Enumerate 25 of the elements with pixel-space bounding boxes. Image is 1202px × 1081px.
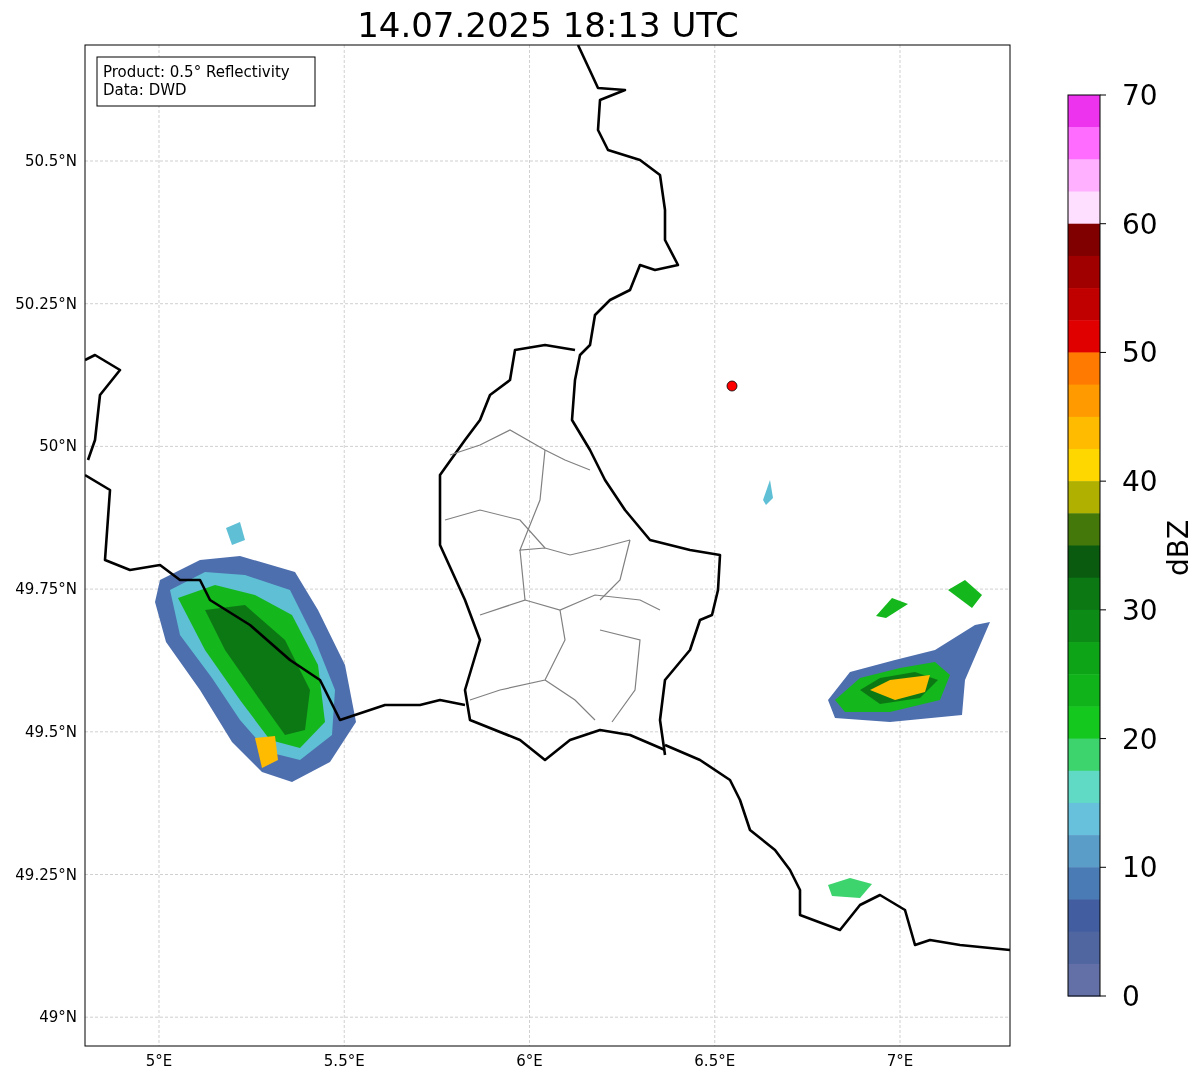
- legend-text: Product: 0.5° Reflectivity: [103, 63, 290, 81]
- colorbar-tick-label: 40: [1122, 465, 1158, 499]
- axis-tick-label: 6.5°E: [694, 1052, 736, 1070]
- colorbar-tick-label: 50: [1122, 336, 1158, 370]
- colorbar-tick-label: 0: [1122, 980, 1140, 1013]
- legend-text: Data: DWD: [103, 81, 187, 99]
- colorbar-tick-label: 60: [1122, 207, 1158, 241]
- colorbar-tick-label: 70: [1122, 79, 1158, 112]
- axis-tick-label: 49.25°N: [15, 865, 77, 884]
- axis-tick-label: 49.75°N: [15, 580, 77, 599]
- colorbar-label: dBZ: [1162, 519, 1195, 577]
- axis-tick-label: 5°E: [145, 1052, 173, 1070]
- axis-tick-label: 50.5°N: [24, 152, 77, 170]
- axis-tick-label: 50.25°N: [15, 294, 77, 313]
- axis-tick-label: 49°N: [39, 1008, 77, 1027]
- colorbar-tick-label: 30: [1122, 593, 1158, 627]
- axis-tick-label: 6°E: [516, 1052, 543, 1070]
- colorbar-tick-label: 10: [1122, 851, 1158, 885]
- axis-tick-label: 50°N: [39, 437, 77, 456]
- axis-tick-label: 49.5°N: [24, 722, 77, 741]
- axis-tick-label: 5.5°E: [323, 1052, 365, 1070]
- chart-title: 14.07.2025 18:13 UTC: [357, 5, 739, 45]
- colorbar-tick-label: 20: [1122, 722, 1158, 756]
- location-marker: [726, 380, 738, 392]
- axis-tick-label: 7°E: [886, 1052, 914, 1070]
